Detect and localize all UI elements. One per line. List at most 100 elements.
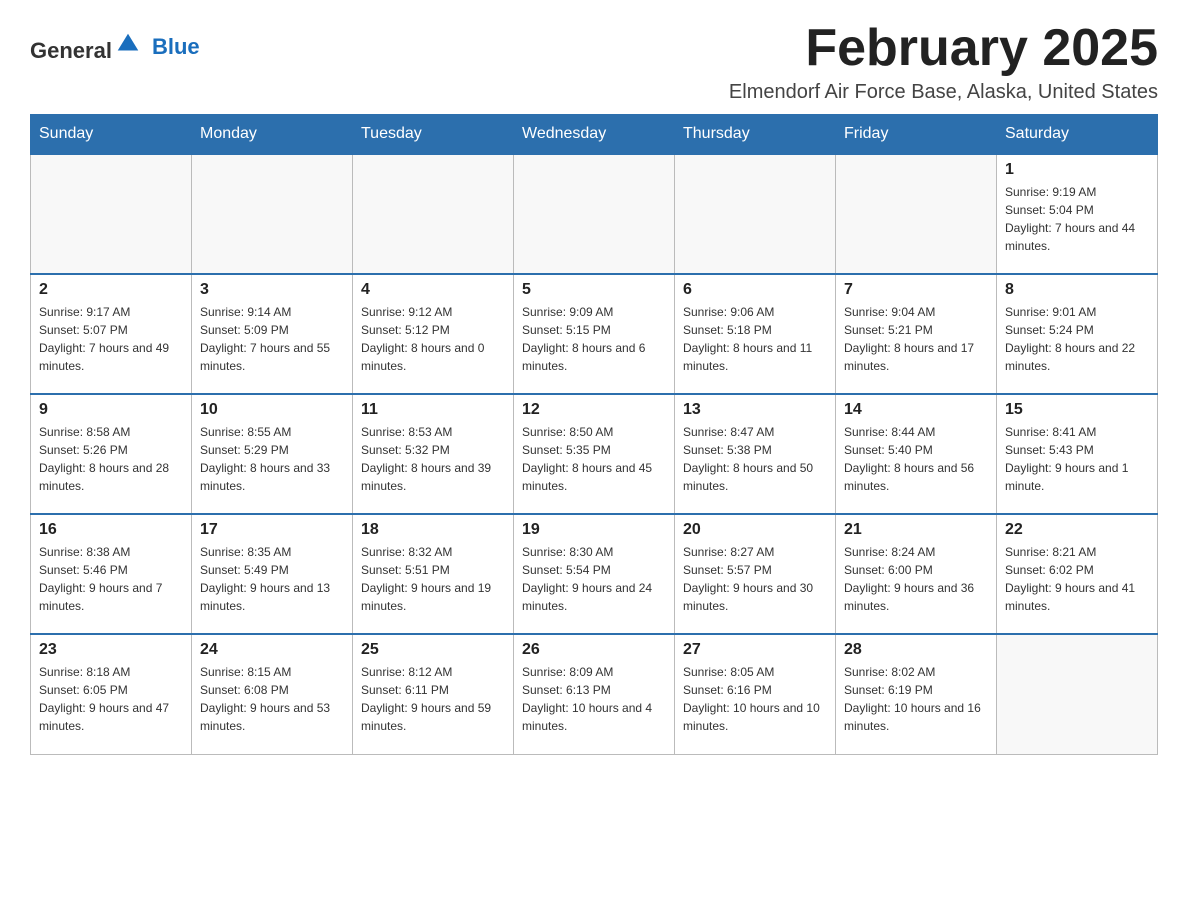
day-info: Sunrise: 8:53 AM Sunset: 5:32 PM Dayligh… (361, 423, 505, 495)
calendar-cell: 19 Sunrise: 8:30 AM Sunset: 5:54 PM Dayli… (514, 514, 675, 634)
calendar-week-row: 9 Sunrise: 8:58 AM Sunset: 5:26 PM Daylig… (31, 394, 1158, 514)
calendar-table: SundayMondayTuesdayWednesdayThursdayFrid… (30, 114, 1158, 755)
day-info: Sunrise: 9:19 AM Sunset: 5:04 PM Dayligh… (1005, 183, 1149, 255)
page-header: General Blue February 2025 Elmendorf Air… (30, 20, 1158, 104)
day-number: 22 (1005, 521, 1149, 539)
day-number: 25 (361, 641, 505, 659)
day-info: Sunrise: 8:50 AM Sunset: 5:35 PM Dayligh… (522, 423, 666, 495)
calendar-cell: 14Sunrise: 8:44 AM Sunset: 5:40 PM Dayli… (836, 394, 997, 514)
day-number: 24 (200, 641, 344, 659)
day-info: Sunrise: 8:27 AM Sunset: 5:57 PM Dayligh… (683, 543, 827, 615)
day-info: Sunrise: 9:12 AM Sunset: 5:12 PM Dayligh… (361, 303, 505, 375)
day-number: 6 (683, 281, 827, 299)
calendar-cell: 23 Sunrise: 8:18 AM Sunset: 6:05 PM Dayli… (31, 634, 192, 754)
day-of-week-header: Saturday (997, 115, 1158, 155)
day-info: Sunrise: 8:30 AM Sunset: 5:54 PM Dayligh… (522, 543, 666, 615)
day-number: 19 (522, 521, 666, 539)
day-info: Sunrise: 8:05 AM Sunset: 6:16 PM Dayligh… (683, 663, 827, 735)
calendar-cell: 13 Sunrise: 8:47 AM Sunset: 5:38 PM Dayli… (675, 394, 836, 514)
day-of-week-header: Wednesday (514, 115, 675, 155)
day-info: Sunrise: 8:38 AM Sunset: 5:46 PM Dayligh… (39, 543, 183, 615)
day-info: Sunrise: 8:24 AM Sunset: 6:00 PM Dayligh… (844, 543, 988, 615)
calendar-cell (192, 154, 353, 274)
calendar-cell: 12 Sunrise: 8:50 AM Sunset: 5:35 PM Dayli… (514, 394, 675, 514)
day-number: 8 (1005, 281, 1149, 299)
day-number: 11 (361, 401, 505, 419)
day-number: 7 (844, 281, 988, 299)
day-info: Sunrise: 9:01 AM Sunset: 5:24 PM Dayligh… (1005, 303, 1149, 375)
calendar-cell: 3 Sunrise: 9:14 AM Sunset: 5:09 PM Daylig… (192, 274, 353, 394)
day-info: Sunrise: 8:58 AM Sunset: 5:26 PM Dayligh… (39, 423, 183, 495)
day-info: Sunrise: 8:35 AM Sunset: 5:49 PM Dayligh… (200, 543, 344, 615)
day-number: 4 (361, 281, 505, 299)
day-number: 18 (361, 521, 505, 539)
logo-general: General (30, 38, 112, 63)
calendar-header-row: SundayMondayTuesdayWednesdayThursdayFrid… (31, 115, 1158, 155)
day-info: Sunrise: 9:09 AM Sunset: 5:15 PM Dayligh… (522, 303, 666, 375)
day-number: 10 (200, 401, 344, 419)
calendar-cell: 2 Sunrise: 9:17 AM Sunset: 5:07 PM Daylig… (31, 274, 192, 394)
day-number: 15 (1005, 401, 1149, 419)
day-number: 16 (39, 521, 183, 539)
location-title: Elmendorf Air Force Base, Alaska, United… (729, 81, 1158, 104)
day-number: 3 (200, 281, 344, 299)
calendar-cell: 20Sunrise: 8:27 AM Sunset: 5:57 PM Dayli… (675, 514, 836, 634)
day-info: Sunrise: 9:06 AM Sunset: 5:18 PM Dayligh… (683, 303, 827, 375)
day-info: Sunrise: 8:21 AM Sunset: 6:02 PM Dayligh… (1005, 543, 1149, 615)
day-number: 27 (683, 641, 827, 659)
calendar-cell: 18 Sunrise: 8:32 AM Sunset: 5:51 PM Dayli… (353, 514, 514, 634)
calendar-cell: 5Sunrise: 9:09 AM Sunset: 5:15 PM Daylig… (514, 274, 675, 394)
day-info: Sunrise: 8:18 AM Sunset: 6:05 PM Dayligh… (39, 663, 183, 735)
logo-text: General (30, 30, 142, 64)
day-number: 2 (39, 281, 183, 299)
day-number: 13 (683, 401, 827, 419)
calendar-cell: 22 Sunrise: 8:21 AM Sunset: 6:02 PM Dayli… (997, 514, 1158, 634)
calendar-cell: 25Sunrise: 8:12 AM Sunset: 6:11 PM Dayli… (353, 634, 514, 754)
calendar-cell (997, 634, 1158, 754)
day-info: Sunrise: 8:41 AM Sunset: 5:43 PM Dayligh… (1005, 423, 1149, 495)
day-of-week-header: Friday (836, 115, 997, 155)
day-info: Sunrise: 8:44 AM Sunset: 5:40 PM Dayligh… (844, 423, 988, 495)
logo-blue: Blue (152, 34, 200, 60)
day-info: Sunrise: 8:55 AM Sunset: 5:29 PM Dayligh… (200, 423, 344, 495)
day-number: 1 (1005, 161, 1149, 179)
logo: General Blue (30, 30, 200, 64)
calendar-cell: 1 Sunrise: 9:19 AM Sunset: 5:04 PM Daylig… (997, 154, 1158, 274)
calendar-cell (31, 154, 192, 274)
logo-icon (114, 30, 142, 58)
day-of-week-header: Sunday (31, 115, 192, 155)
day-number: 12 (522, 401, 666, 419)
calendar-cell: 8 Sunrise: 9:01 AM Sunset: 5:24 PM Daylig… (997, 274, 1158, 394)
day-info: Sunrise: 9:14 AM Sunset: 5:09 PM Dayligh… (200, 303, 344, 375)
day-info: Sunrise: 9:17 AM Sunset: 5:07 PM Dayligh… (39, 303, 183, 375)
calendar-cell: 27 Sunrise: 8:05 AM Sunset: 6:16 PM Dayli… (675, 634, 836, 754)
calendar-cell: 26 Sunrise: 8:09 AM Sunset: 6:13 PM Dayli… (514, 634, 675, 754)
day-info: Sunrise: 8:09 AM Sunset: 6:13 PM Dayligh… (522, 663, 666, 735)
day-info: Sunrise: 8:47 AM Sunset: 5:38 PM Dayligh… (683, 423, 827, 495)
day-of-week-header: Tuesday (353, 115, 514, 155)
day-number: 9 (39, 401, 183, 419)
calendar-cell: 7Sunrise: 9:04 AM Sunset: 5:21 PM Daylig… (836, 274, 997, 394)
calendar-cell: 28 Sunrise: 8:02 AM Sunset: 6:19 PM Dayli… (836, 634, 997, 754)
calendar-cell: 16 Sunrise: 8:38 AM Sunset: 5:46 PM Dayli… (31, 514, 192, 634)
day-number: 23 (39, 641, 183, 659)
day-number: 17 (200, 521, 344, 539)
calendar-cell (514, 154, 675, 274)
calendar-cell: 9 Sunrise: 8:58 AM Sunset: 5:26 PM Daylig… (31, 394, 192, 514)
day-info: Sunrise: 8:15 AM Sunset: 6:08 PM Dayligh… (200, 663, 344, 735)
day-number: 21 (844, 521, 988, 539)
calendar-week-row: 1 Sunrise: 9:19 AM Sunset: 5:04 PM Daylig… (31, 154, 1158, 274)
calendar-cell: 21 Sunrise: 8:24 AM Sunset: 6:00 PM Dayli… (836, 514, 997, 634)
day-number: 28 (844, 641, 988, 659)
day-info: Sunrise: 8:32 AM Sunset: 5:51 PM Dayligh… (361, 543, 505, 615)
calendar-week-row: 23 Sunrise: 8:18 AM Sunset: 6:05 PM Dayli… (31, 634, 1158, 754)
day-info: Sunrise: 8:02 AM Sunset: 6:19 PM Dayligh… (844, 663, 988, 735)
calendar-cell: 11 Sunrise: 8:53 AM Sunset: 5:32 PM Dayli… (353, 394, 514, 514)
calendar-week-row: 2 Sunrise: 9:17 AM Sunset: 5:07 PM Daylig… (31, 274, 1158, 394)
day-number: 26 (522, 641, 666, 659)
calendar-cell: 24 Sunrise: 8:15 AM Sunset: 6:08 PM Dayli… (192, 634, 353, 754)
calendar-week-row: 16 Sunrise: 8:38 AM Sunset: 5:46 PM Dayli… (31, 514, 1158, 634)
day-of-week-header: Thursday (675, 115, 836, 155)
title-section: February 2025 Elmendorf Air Force Base, … (729, 20, 1158, 104)
calendar-cell: 6 Sunrise: 9:06 AM Sunset: 5:18 PM Daylig… (675, 274, 836, 394)
